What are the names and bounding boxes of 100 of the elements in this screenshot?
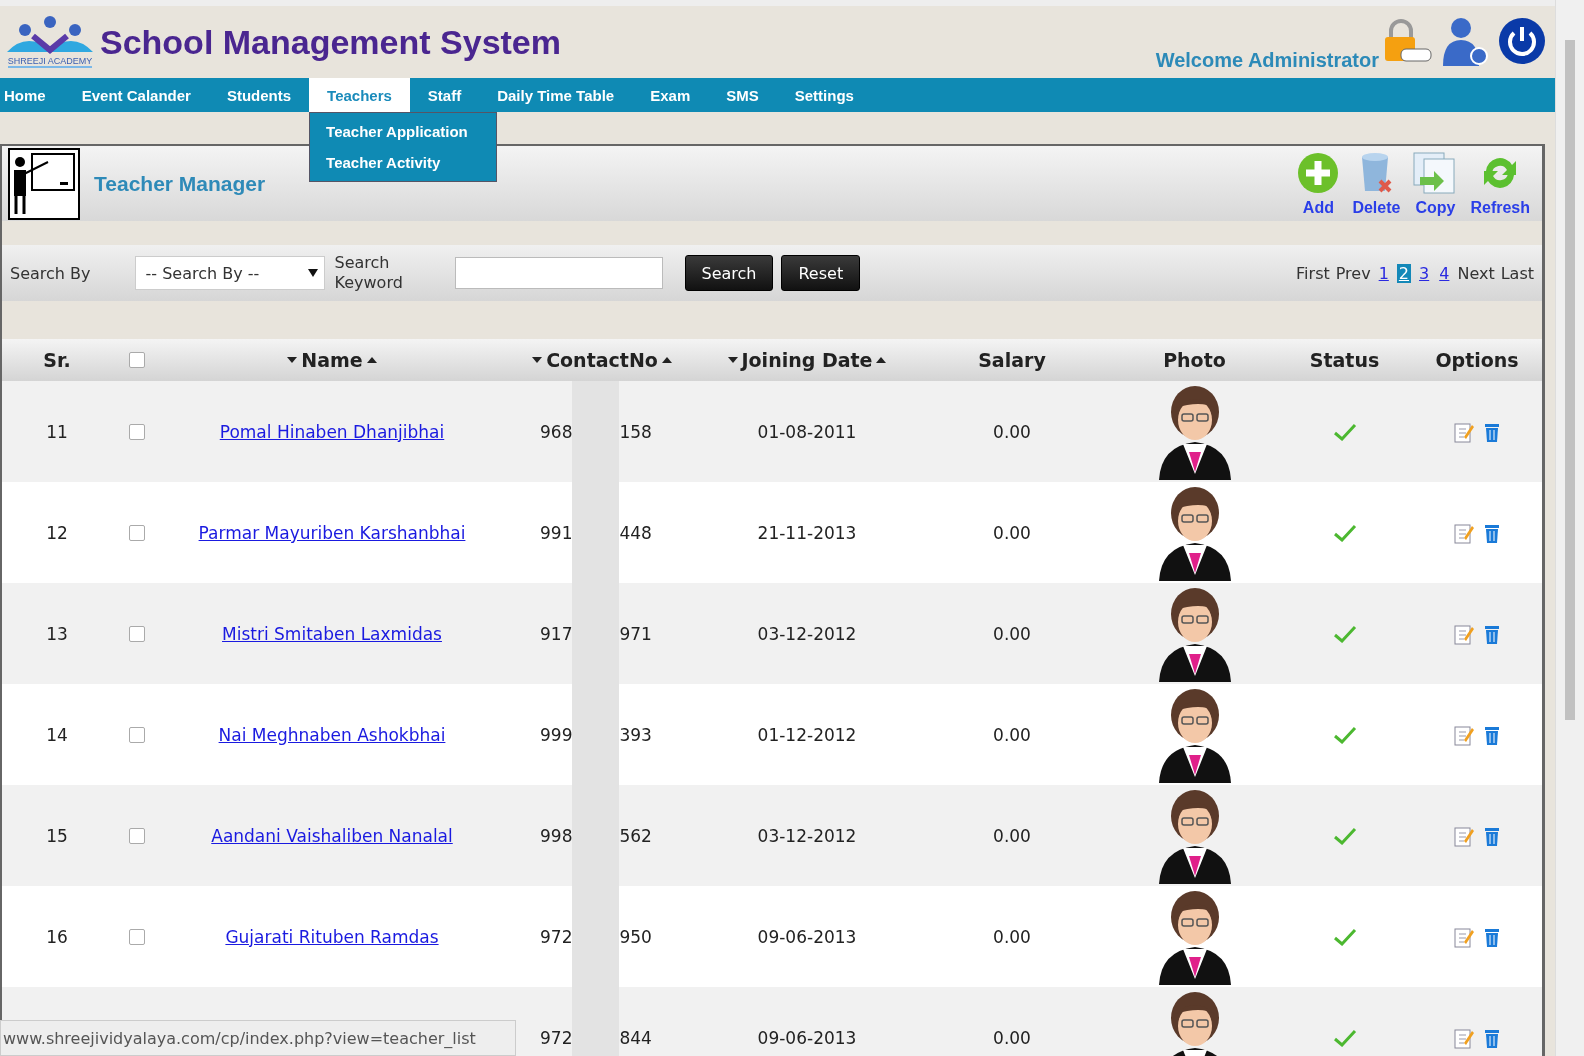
column-header: Status [1309, 349, 1380, 371]
row-checkbox[interactable] [129, 827, 145, 844]
table-cell: 158 [619, 421, 652, 442]
table-cell-text: 12 [45, 522, 69, 543]
app-title: School Management System [100, 22, 562, 62]
column-header[interactable]: Name [301, 349, 363, 371]
nav-tab[interactable]: Home [0, 78, 64, 112]
edit-icon[interactable] [1454, 521, 1474, 544]
table-cell: 950 [619, 926, 652, 947]
trash-icon[interactable] [1484, 724, 1500, 745]
table-cell-text: 0.00 [992, 1027, 1032, 1048]
reset-button[interactable]: Reset [781, 255, 861, 291]
edit-icon[interactable] [1454, 925, 1474, 948]
column-header: Sr. [43, 349, 71, 371]
page-link[interactable]: 4 [1437, 263, 1452, 283]
edit-icon[interactable] [1454, 723, 1474, 746]
search-keyword-field[interactable] [454, 257, 663, 289]
teacher-name-link[interactable]: Gujarati Rituben Ramdas [162, 926, 502, 947]
nav-tab[interactable]: Event Calander [63, 78, 209, 112]
menu-item[interactable]: Teacher Application [310, 119, 493, 144]
table-cell-text: 14 [45, 724, 69, 745]
teacher-name-link[interactable]: Nai Meghnaben Ashokbhai [162, 724, 502, 745]
trash-icon[interactable] [1484, 421, 1500, 442]
row-checkbox[interactable] [129, 726, 145, 743]
column-header[interactable]: Joining Date [741, 349, 873, 371]
select-all-checkbox[interactable] [129, 352, 145, 368]
table-cell-text: 11 [45, 421, 69, 442]
status-bar-url: www.shreejividyalaya.com/cp/index.php?view=teacher_list [0, 1020, 516, 1056]
panel-title: Teacher Manager [94, 171, 266, 196]
trash-icon[interactable] [1484, 623, 1500, 644]
pager-next[interactable]: Next [1457, 263, 1495, 283]
page-link[interactable]: 2 [1396, 263, 1412, 283]
table-cell-text: 09-06-2013 [756, 1027, 858, 1048]
copy-button[interactable]: Copy [1406, 150, 1465, 217]
row-checkbox[interactable] [129, 423, 145, 440]
row-checkbox[interactable] [129, 928, 145, 945]
nav-tab[interactable]: Daily Time Table [479, 78, 633, 112]
teacher-name-link[interactable]: Pomal Hinaben Dhanjibhai [162, 421, 502, 442]
table-cell: 971 [619, 623, 652, 644]
edit-icon[interactable] [1454, 824, 1474, 847]
table-cell-text: 01-08-2011 [756, 421, 858, 442]
trash-icon[interactable] [1484, 926, 1500, 947]
table-cell-text: 0.00 [992, 623, 1032, 644]
row-checkbox[interactable] [129, 524, 145, 541]
edit-icon[interactable] [1454, 1026, 1474, 1049]
table-cell: 991 [540, 522, 573, 543]
column-header: Options [1435, 349, 1519, 371]
page-link[interactable]: 3 [1417, 263, 1432, 283]
refresh-button[interactable]: Refresh [1464, 150, 1536, 217]
table-cell: 393 [619, 724, 652, 745]
table-cell-text: 0.00 [992, 825, 1032, 846]
teacher-name-link[interactable]: Mistri Smitaben Laxmidas [162, 623, 502, 644]
column-header[interactable]: ContactNo [546, 349, 658, 371]
plus-icon [1296, 150, 1341, 195]
edit-icon[interactable] [1454, 420, 1474, 443]
add-button[interactable]: Add [1290, 150, 1347, 217]
table-cell-text: 09-06-2013 [756, 926, 858, 947]
people-logo-icon [5, 16, 95, 56]
pager-prev[interactable]: Prev [1335, 263, 1371, 283]
sort-descending-icon[interactable] [287, 357, 298, 363]
table-cell-text: 03-12-2012 [756, 825, 858, 846]
trash-icon[interactable] [1484, 825, 1500, 846]
table-cell-text: 0.00 [992, 724, 1032, 745]
table-cell: 844 [619, 1027, 652, 1048]
menu-item[interactable]: Teacher Activity [310, 150, 493, 175]
page-link[interactable]: 1 [1376, 263, 1391, 283]
trash-icon[interactable] [1484, 522, 1500, 543]
table-cell: 972 [540, 1027, 573, 1048]
pager-first[interactable]: First [1296, 263, 1330, 283]
search-button[interactable]: Search [684, 255, 774, 291]
nav-tab[interactable]: SMS [708, 78, 777, 112]
table-cell: 972 [540, 926, 573, 947]
table-cell: 917 [540, 623, 573, 644]
pager-last[interactable]: Last [1500, 263, 1534, 283]
nav-tab[interactable]: Settings [776, 78, 872, 112]
nav-tab[interactable]: Teachers [309, 78, 410, 112]
teacher-name-link[interactable]: Parmar Mayuriben Karshanbhai [162, 522, 502, 543]
logo-text: SHREEJI ACADEMY [7, 56, 93, 68]
search-by-label: Search By [10, 263, 91, 283]
nav-tab[interactable]: Staff [409, 78, 480, 112]
trash-icon[interactable] [1484, 1027, 1500, 1048]
row-checkbox[interactable] [129, 625, 145, 642]
nav-tab[interactable]: Students [208, 78, 310, 112]
scrollbar-thumb[interactable] [1565, 40, 1575, 720]
sort-ascending-icon[interactable] [661, 357, 672, 363]
table-cell-text: 15 [45, 825, 69, 846]
sort-descending-icon[interactable] [532, 357, 543, 363]
table-cell-text: 01-12-2012 [756, 724, 858, 745]
teacher-board-icon [8, 147, 80, 220]
sort-ascending-icon[interactable] [876, 357, 887, 363]
delete-button[interactable]: Delete [1346, 150, 1407, 217]
column-header: Salary [978, 349, 1046, 371]
table-cell-text: 0.00 [992, 926, 1032, 947]
search-by-select[interactable]: -- Search By -- [134, 256, 325, 290]
table-cell: 562 [619, 825, 652, 846]
sort-ascending-icon[interactable] [366, 357, 377, 363]
nav-tab[interactable]: Exam [632, 78, 709, 112]
teacher-name-link[interactable]: Aandani Vaishaliben Nanalal [162, 825, 502, 846]
sort-descending-icon[interactable] [727, 357, 738, 363]
edit-icon[interactable] [1454, 622, 1474, 645]
